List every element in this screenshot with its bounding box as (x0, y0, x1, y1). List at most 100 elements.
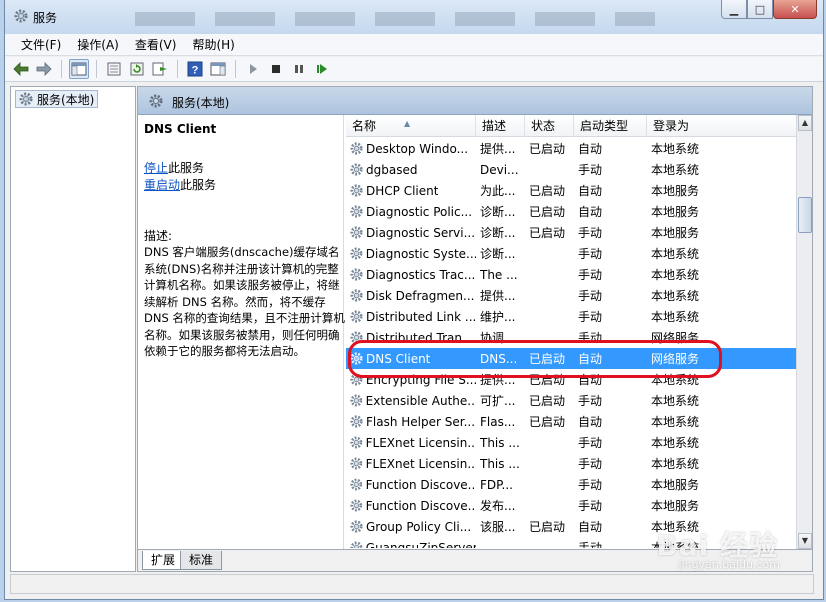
service-name: Extensible Authe... (365, 393, 476, 408)
service-name: GuangsuZipServer (365, 540, 476, 549)
cell-name: Desktop Windo... (346, 141, 476, 156)
column-header-status[interactable]: 状态 (525, 115, 574, 137)
help-button[interactable]: ? (185, 59, 205, 79)
table-row[interactable]: Extensible Authe... 可扩... 已启动 手动 本地系统 (346, 390, 798, 411)
column-header-name[interactable]: ▲ 名称 (346, 115, 476, 137)
restart-service-button[interactable] (312, 59, 332, 79)
properties-button[interactable] (104, 59, 124, 79)
cell-description: Flas... (480, 414, 516, 429)
sort-ascending-icon: ▲ (404, 119, 411, 128)
table-row[interactable]: Function Discove... FDP... 手动 本地服务 (346, 474, 798, 495)
maximize-button[interactable]: □ (747, 0, 773, 19)
gear-icon (14, 9, 28, 23)
vertical-scrollbar[interactable]: ▲ ▼ (796, 115, 812, 549)
show-console-tree-button[interactable] (69, 59, 89, 79)
start-service-button[interactable] (243, 59, 263, 79)
title-bar[interactable]: 服务 ▁ □ ✕ (5, 0, 823, 34)
scroll-up-button[interactable]: ▲ (798, 115, 812, 131)
scroll-thumb[interactable] (798, 197, 812, 233)
menu-file[interactable]: 文件(F) (13, 35, 69, 55)
tree-item-label: 服务(本地) (37, 92, 95, 107)
show-action-pane-button[interactable] (208, 59, 228, 79)
cell-description: 为此... (480, 184, 516, 198)
services-list: ▲ 名称 描述 状态 启动类型 登录为 Desktop Windo... 提供...… (346, 115, 812, 549)
table-row[interactable]: Disk Defragmen... 提供... 手动 本地系统 (346, 285, 798, 306)
cell-name: DHCP Client (346, 183, 476, 198)
service-name: Disk Defragmen... (366, 288, 475, 303)
tab-extended[interactable]: 扩展 (142, 551, 185, 570)
column-header-description[interactable]: 描述 (476, 115, 525, 137)
restart-service-link[interactable]: 重启动 (144, 178, 180, 192)
cell-logon-as: 本地系统 (651, 457, 700, 471)
table-row[interactable]: Diagnostic Polic... 诊断... 已启动 自动 本地服务 (346, 201, 798, 222)
minimize-button[interactable]: ▁ (721, 0, 747, 19)
menu-view[interactable]: 查看(V) (127, 35, 185, 55)
table-row[interactable]: Diagnostic Servi... 诊断... 已启动 手动 本地服务 (346, 222, 798, 243)
column-label: 名称 (352, 119, 377, 133)
cell-startup-type: 手动 (578, 310, 603, 324)
cell-logon-as: 本地系统 (651, 394, 700, 408)
table-row[interactable]: dgbased Devi... 手动 本地系统 (346, 159, 798, 180)
table-row[interactable]: Flash Helper Ser... Flas... 已启动 自动 本地系统 (346, 411, 798, 432)
stop-service-link[interactable]: 停止 (144, 161, 168, 175)
cell-logon-as: 本地系统 (651, 289, 700, 303)
scroll-down-button[interactable]: ▼ (798, 533, 812, 549)
column-header-logon-as[interactable]: 登录为 (647, 115, 798, 137)
properties-icon (107, 62, 121, 76)
service-gear-icon (350, 289, 363, 302)
close-button[interactable]: ✕ (773, 0, 817, 19)
table-row[interactable]: Diagnostic Syste... 诊断... 手动 本地系统 (346, 243, 798, 264)
cell-startup-type: 手动 (578, 457, 603, 471)
service-name: Diagnostic Servi... (366, 225, 476, 240)
table-row[interactable]: FLEXnet Licensin... This ... 手动 本地系统 (346, 453, 798, 474)
back-arrow-icon (13, 62, 29, 76)
action-pane-icon (210, 62, 226, 76)
annotation-highlight-ring (348, 340, 722, 378)
menu-action[interactable]: 操作(A) (69, 35, 127, 55)
stop-icon (272, 65, 280, 73)
service-name: DHCP Client (366, 183, 439, 198)
cell-description: The ... (480, 267, 518, 282)
column-header-startup-type[interactable]: 启动类型 (574, 115, 647, 137)
service-gear-icon (350, 247, 363, 260)
table-row[interactable]: Desktop Windo... 提供... 已启动 自动 本地系统 (346, 138, 798, 159)
stop-service-button[interactable] (266, 59, 286, 79)
gear-icon (149, 94, 163, 108)
back-button[interactable] (11, 59, 31, 79)
pause-service-button[interactable] (289, 59, 309, 79)
help-icon: ? (187, 61, 203, 77)
cell-startup-type: 手动 (578, 247, 603, 261)
window-title: 服务 (33, 11, 58, 25)
cell-description: 诊断... (480, 205, 516, 219)
refresh-button[interactable] (127, 59, 147, 79)
tab-standard[interactable]: 标准 (180, 551, 223, 570)
table-row[interactable]: DHCP Client 为此... 已启动 自动 本地服务 (346, 180, 798, 201)
toolbar-separator (235, 60, 236, 78)
menu-bar: 文件(F) 操作(A) 查看(V) 帮助(H) (5, 34, 823, 56)
forward-arrow-icon (36, 62, 52, 76)
list-header: ▲ 名称 描述 状态 启动类型 登录为 (346, 115, 798, 137)
tree-item-services-local[interactable]: 服务(本地) (15, 90, 99, 108)
export-list-button[interactable] (150, 59, 170, 79)
service-gear-icon (350, 310, 363, 323)
table-row[interactable]: Diagnostics Trac... The ... 手动 本地系统 (346, 264, 798, 285)
cell-name: Function Discove... (346, 498, 476, 513)
table-row[interactable]: FLEXnet Licensin... This ... 手动 本地系统 (346, 432, 798, 453)
service-name: dgbased (366, 162, 418, 177)
restart-icon (317, 64, 327, 74)
cell-description: FDP... (480, 477, 513, 492)
toolbar-separator (96, 60, 97, 78)
stop-service-suffix: 此服务 (168, 161, 205, 175)
service-gear-icon (350, 226, 363, 239)
service-gear-icon (350, 163, 363, 176)
service-name: Function Discove... (365, 498, 476, 513)
console-tree: 服务(本地) (10, 86, 136, 572)
cell-status: 已启动 (529, 415, 566, 429)
forward-button[interactable] (34, 59, 54, 79)
menu-help[interactable]: 帮助(H) (184, 35, 242, 55)
table-row[interactable]: Function Discove... 发布... 手动 本地服务 (346, 495, 798, 516)
table-row[interactable]: Distributed Link ... 维护... 手动 本地系统 (346, 306, 798, 327)
service-gear-icon (350, 415, 363, 428)
cell-name: Distributed Link ... (346, 309, 476, 324)
service-gear-icon (350, 499, 363, 512)
